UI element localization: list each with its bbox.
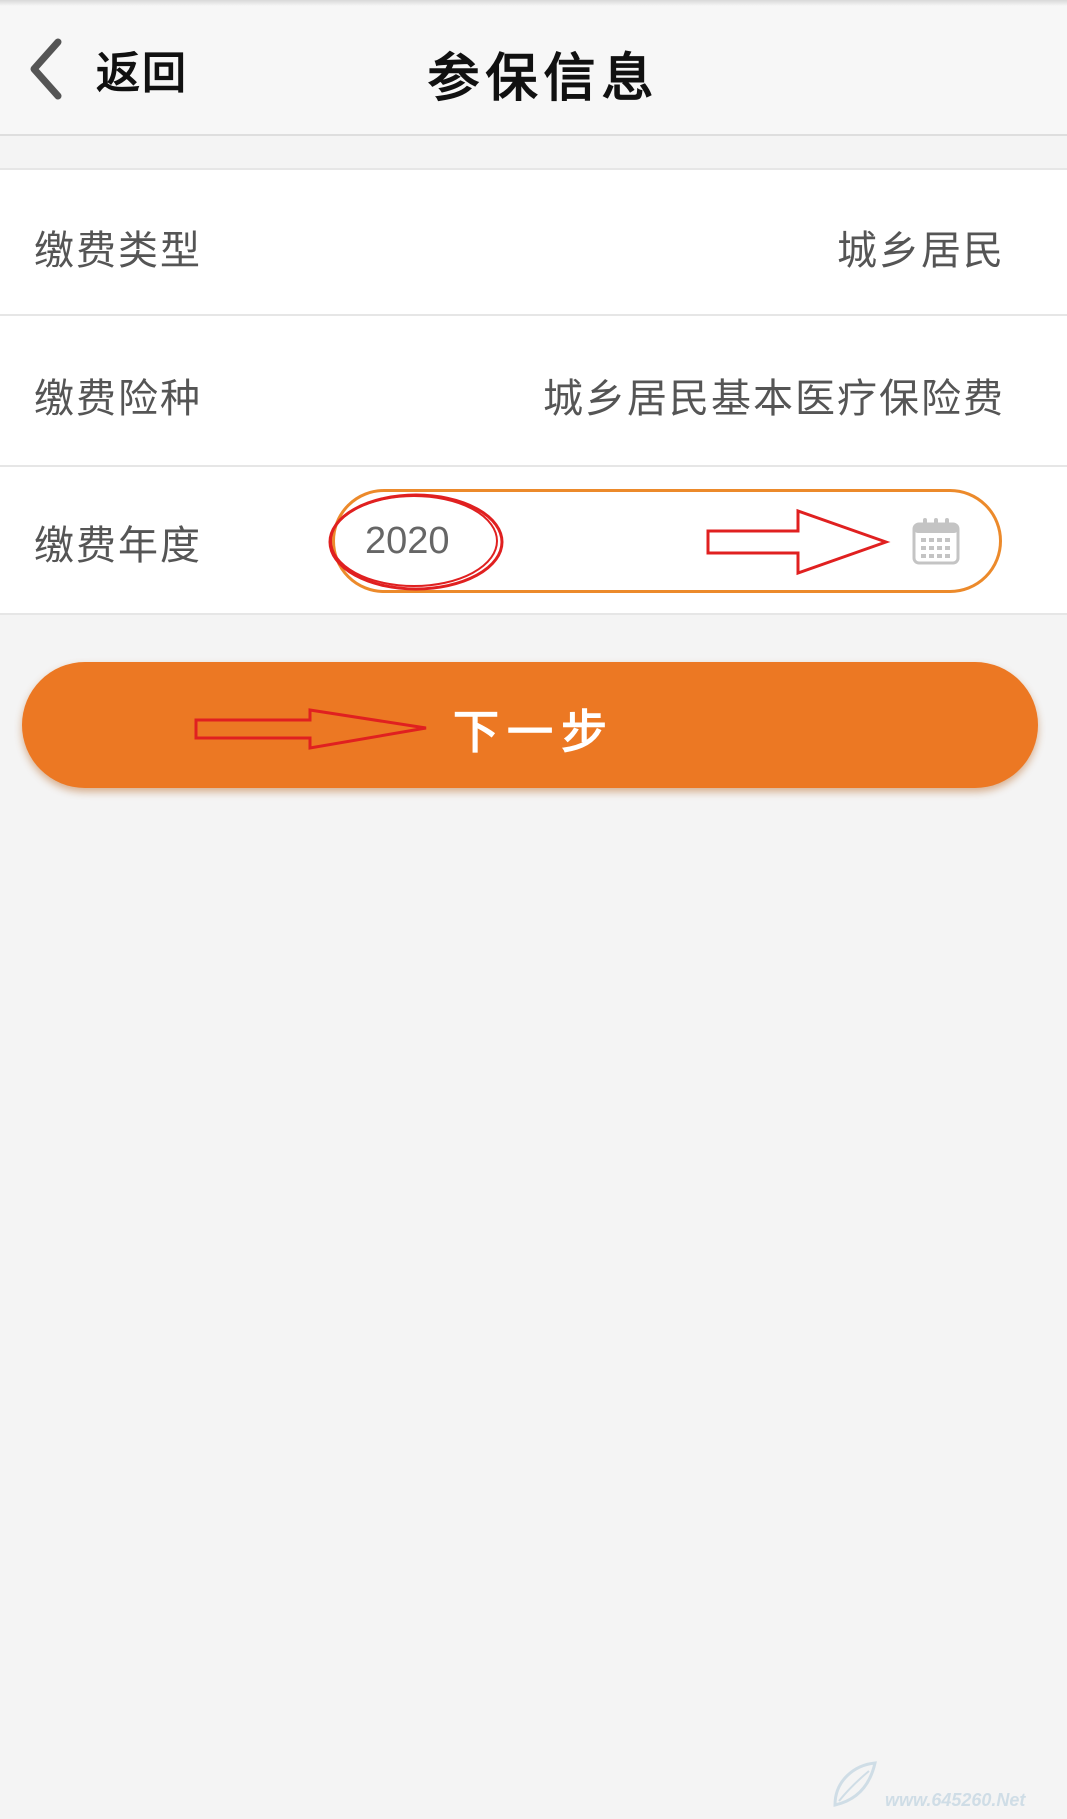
insurance-kind-value: 城乡居民基本医疗保险费 — [543, 376, 1005, 422]
payment-year-row: 缴费年度 2020 — [0, 465, 1067, 615]
insurance-info-form: 缴费类型 城乡居民 缴费险种 城乡居民基本医疗保险费 缴费年度 2020 — [0, 168, 1067, 615]
payment-type-row: 缴费类型 城乡居民 — [0, 168, 1067, 314]
annotation-circle — [328, 493, 504, 591]
annotation-arrow-right — [194, 708, 427, 750]
payment-year-label: 缴费年度 — [34, 523, 202, 569]
insurance-kind-label: 缴费险种 — [34, 376, 202, 422]
next-step-button[interactable]: 下一步 — [22, 662, 1038, 788]
calendar-icon[interactable] — [911, 516, 961, 566]
watermark-text: www.645260.Net — [885, 1790, 1026, 1810]
leaf-logo-icon — [833, 1761, 877, 1807]
annotation-arrow-right — [706, 508, 891, 576]
next-step-label: 下一步 — [453, 705, 615, 759]
page-title: 参保信息 — [427, 49, 660, 109]
insurance-kind-row: 缴费险种 城乡居民基本医疗保险费 — [0, 314, 1067, 465]
top-navigation-bar: 返回 参保信息 — [0, 0, 1067, 136]
site-watermark: www.645260.Net — [825, 1745, 1055, 1815]
payment-type-label: 缴费类型 — [34, 228, 202, 274]
payment-type-value: 城乡居民 — [837, 228, 1005, 274]
